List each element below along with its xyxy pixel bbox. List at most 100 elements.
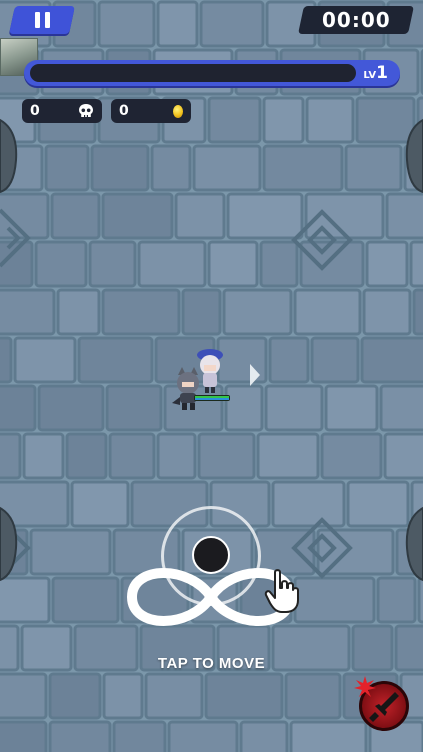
floor-tile: [385, 192, 423, 240]
virtual-joystick[interactable]: [161, 506, 261, 606]
floor-tile: [351, 624, 394, 672]
floor-tile: [0, 336, 13, 384]
floor-tile: [222, 288, 293, 336]
timer-text: 00:00: [321, 8, 391, 32]
floor-tile: [174, 192, 226, 240]
coin-count: 0: [119, 103, 129, 119]
floor-tile: [144, 672, 204, 720]
floor-tile: [226, 192, 304, 240]
floor-tile: [29, 528, 112, 576]
floor-tile: [0, 384, 37, 432]
floor-tile: [88, 240, 137, 288]
floor-tile: [108, 432, 156, 480]
floor-tile: [48, 672, 102, 720]
skill-button[interactable]: [354, 676, 409, 731]
floor-tile: [199, 0, 265, 48]
floor-tile: [102, 672, 144, 720]
floor-tile: [13, 336, 77, 384]
floor-tile: [204, 672, 284, 720]
floor-tile: [284, 672, 342, 720]
floor-tile: [207, 96, 262, 144]
floor-tile: [293, 288, 362, 336]
coin-counter: 0: [111, 99, 191, 123]
floor-tile: [51, 576, 120, 624]
floor-tile: [181, 288, 222, 336]
floor-tile: [167, 720, 239, 752]
floor-tile: [48, 720, 112, 752]
kill-counter: 0: [22, 99, 102, 123]
floor-tile: [264, 384, 324, 432]
direction-arrow-icon: [250, 364, 260, 386]
floor-tile: [0, 432, 22, 480]
floor-tile: [409, 240, 423, 288]
floor-tile: [101, 192, 174, 240]
game-stage[interactable]: 00:00 LV1 0 0 TAP TO MOVE: [0, 0, 423, 752]
level-prefix: LV: [363, 70, 377, 81]
floor-tile: [20, 624, 73, 672]
floor-tile: [299, 240, 365, 288]
floor-tile: [259, 240, 299, 288]
floor-tile: [383, 432, 423, 480]
floor-tile: [197, 432, 256, 480]
floor-tile: [239, 720, 289, 752]
kill-count: 0: [30, 103, 40, 119]
floor-tile: [44, 144, 90, 192]
hero-white-hair: [197, 349, 223, 393]
floor-tile: [192, 144, 262, 192]
floor-tile: [417, 576, 423, 624]
floor-tile: [112, 720, 167, 752]
floor-tile: [271, 624, 351, 672]
experience-bar: LV1: [24, 60, 400, 86]
floor-tile: [320, 432, 383, 480]
floor-tile: [207, 240, 259, 288]
hero-grey: [172, 367, 199, 410]
floor-tile: [34, 240, 88, 288]
floor-tile: [137, 240, 207, 288]
pause-icon: [34, 12, 50, 28]
pause-button[interactable]: [9, 6, 75, 34]
experience-track: [30, 64, 356, 82]
floor-tile: [101, 288, 181, 336]
floor-tile: [346, 480, 410, 528]
floor-tile: [305, 96, 355, 144]
floor-tile: [56, 288, 101, 336]
floor-tile: [362, 288, 412, 336]
skull-icon: [79, 104, 93, 117]
floor-tile: [376, 576, 417, 624]
level-number: 1: [376, 63, 388, 83]
floor-tile: [73, 624, 139, 672]
floor-tile: [0, 288, 56, 336]
floor-tile: [50, 192, 101, 240]
floor-tile: [271, 480, 346, 528]
floor-tile: [289, 720, 368, 752]
floor-tile: [0, 624, 20, 672]
floor-tile: [65, 432, 108, 480]
floor-tile: [156, 432, 197, 480]
floor-tile: [344, 144, 403, 192]
floor-tile: [77, 336, 154, 384]
floor-tile: [156, 0, 199, 48]
floor-tile: [262, 96, 305, 144]
floor-tile: [105, 384, 163, 432]
floor-tile: [412, 288, 423, 336]
floor-tile: [324, 384, 379, 432]
floor-tile: [37, 384, 105, 432]
level-indicator: LV1: [363, 63, 388, 83]
floor-tile: [0, 672, 48, 720]
floor-tile: [365, 240, 409, 288]
floor-tile: [90, 144, 150, 192]
floor-tile: [0, 576, 51, 624]
floor-tile: [256, 432, 320, 480]
floor-tile: [22, 432, 65, 480]
coin-icon: [173, 104, 183, 118]
floor-tile: [139, 624, 216, 672]
floor-tile: [355, 96, 416, 144]
floor-tile: [379, 384, 423, 432]
floor-tile: [293, 576, 376, 624]
floor-tile: [268, 336, 310, 384]
floor-tile: [70, 480, 130, 528]
floor-tile: [360, 336, 423, 384]
burst-effect-icon: [354, 676, 376, 697]
floor-tile: [97, 0, 156, 48]
floor-tile: [394, 624, 423, 672]
